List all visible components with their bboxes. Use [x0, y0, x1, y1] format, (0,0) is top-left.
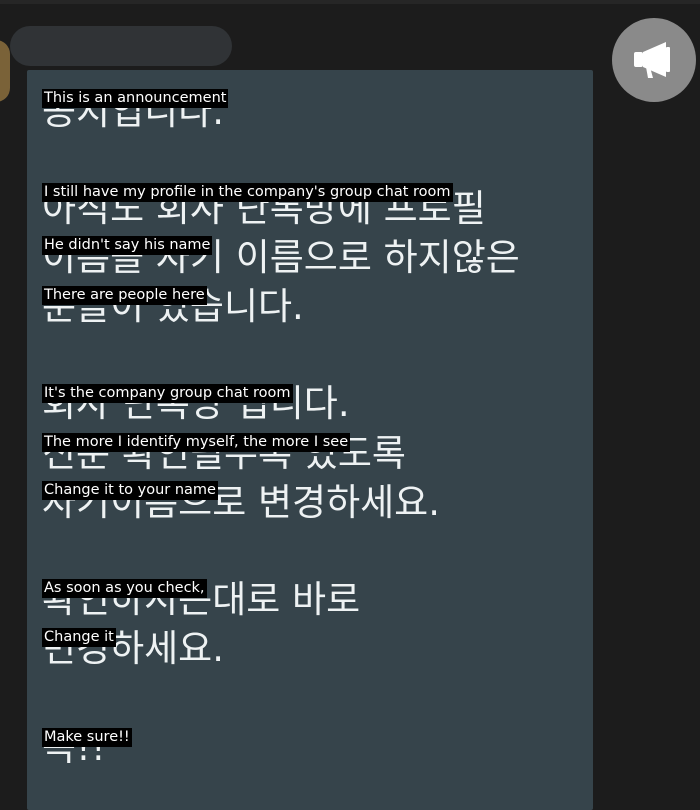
- translation-caption: This is an announcement: [42, 89, 229, 108]
- translation-caption: He didn't say his name: [42, 236, 213, 255]
- avatar[interactable]: [0, 40, 10, 102]
- top-divider: [0, 0, 700, 4]
- translation-caption: As soon as you check,: [42, 579, 207, 598]
- translation-caption: I still have my profile in the company's…: [42, 183, 453, 202]
- translation-caption: There are people here: [42, 286, 207, 305]
- sender-name-pill: [10, 26, 232, 66]
- translation-caption: It's the company group chat room: [42, 384, 293, 403]
- translation-caption: Change it: [42, 628, 116, 647]
- translation-caption: Change it to your name: [42, 481, 218, 500]
- translation-caption: Make sure!!: [42, 728, 132, 747]
- announcement-button[interactable]: [612, 18, 696, 102]
- translation-caption: The more I identify myself, the more I s…: [42, 433, 351, 452]
- megaphone-icon: [634, 42, 670, 78]
